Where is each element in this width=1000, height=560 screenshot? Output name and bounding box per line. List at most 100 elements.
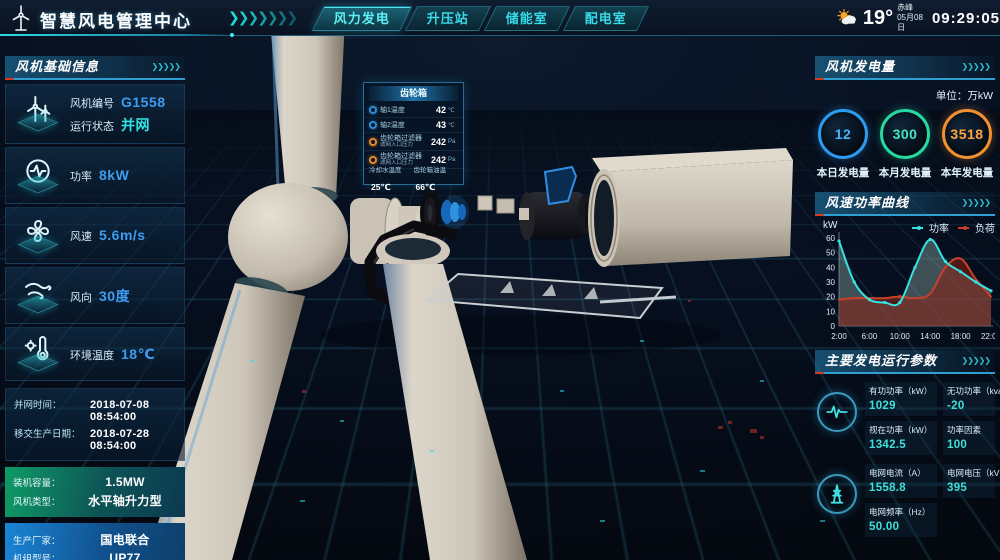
- wind-direction-value: 30度: [99, 286, 130, 306]
- tooltip-footer: 冷却水温度25℃ 齿轮箱油温66℃: [364, 169, 463, 184]
- dashboard: 智慧风电管理中心 ❯❯❯❯❯❯❯ 风力发电 升压站 储能室 配电室 19° 赤峰: [0, 0, 1000, 560]
- header-underline: [0, 34, 230, 36]
- param-value: -20: [947, 400, 991, 412]
- city-date: 赤峰 05月08日: [897, 3, 924, 33]
- filter-pressure-icon: [369, 138, 377, 146]
- top-header: 智慧风电管理中心 ❯❯❯❯❯❯❯ 风力发电 升压站 储能室 配电室 19° 赤峰: [0, 0, 1000, 36]
- svg-text:14:00: 14:00: [920, 332, 941, 341]
- svg-text:10: 10: [826, 307, 835, 316]
- chevrons-icon: ❯❯❯❯❯: [961, 56, 990, 78]
- wind-direction-icon: [12, 270, 64, 322]
- card-turbine-id: 风机编号G1558 运行状态并网: [5, 84, 185, 144]
- app-title: 智慧风电管理中心: [40, 7, 192, 32]
- thermometer-icon: [12, 328, 64, 380]
- section-header-curve: 风速功率曲线 ❯❯❯❯❯: [815, 192, 995, 216]
- shaft-temp-icon: [369, 106, 377, 114]
- section-title: 风机基础信息: [15, 59, 99, 74]
- param-label: 功率因素: [947, 424, 991, 436]
- field-label: 功率: [70, 168, 92, 184]
- tab-distribution-room[interactable]: 配电室: [563, 6, 649, 31]
- field-label: 运行状态: [70, 118, 114, 134]
- svg-text:6:00: 6:00: [862, 332, 878, 341]
- field-label: 环境温度: [70, 347, 114, 363]
- main-nav: 风力发电 升压站 储能室 配电室: [318, 6, 648, 32]
- field-label: 并网时间：: [14, 397, 90, 411]
- tip-value: 42: [436, 105, 446, 115]
- tooltip-row: 轴1温度 42 ℃: [364, 103, 463, 118]
- city: 赤峰: [897, 3, 924, 13]
- tab-booster-station[interactable]: 升压站: [405, 6, 491, 31]
- card-capacity: 装机容量：1.5MW 风机类型：水平轴升力型: [5, 467, 185, 517]
- svg-text:22:00: 22:00: [981, 332, 995, 341]
- power-pulse-icon: [12, 150, 64, 202]
- transmission-tower-icon: [817, 474, 857, 514]
- gauge-label: 本年发电量: [939, 165, 995, 180]
- gauge-label: 本日发电量: [815, 165, 871, 180]
- clock: 09:29:05: [932, 10, 1000, 27]
- param-label: 有功功率（kW）: [869, 385, 933, 397]
- turbine-info-panel: 风机基础信息 ❯❯❯❯❯ 风机编号G1558 运行状态并网: [5, 56, 185, 560]
- param-grid-current: 电网电流（A） 1558.8: [865, 464, 937, 498]
- param-label: 电网电流（A）: [869, 467, 933, 479]
- section-header-generation: 风机发电量 ❯❯❯❯❯: [815, 56, 995, 80]
- manufacturer-value: 国电联合: [73, 531, 177, 548]
- param-power-factor: 功率因素 100: [943, 421, 995, 455]
- gearbox-tooltip: 齿轮箱 轴1温度 42 ℃ 轴2温度 43 ℃ 齿轮箱过滤器滤网入口压力 242…: [363, 82, 464, 185]
- field-label: 移交生产日期：: [14, 426, 90, 440]
- weather-widget: 19° 赤峰 05月08日 09:29:05: [836, 3, 1000, 33]
- tip-unit: ℃: [448, 122, 458, 129]
- param-value: 1342.5: [869, 439, 933, 451]
- generation-gauges: 12 本日发电量 300 本月发电量 3518 本年发电量: [815, 109, 995, 180]
- gauge-ring: 300: [880, 109, 930, 159]
- tab-energy-storage[interactable]: 储能室: [484, 6, 570, 31]
- tab-label: 升压站: [427, 7, 469, 31]
- date: 05月08日: [897, 13, 924, 33]
- grid-connect-time: 2018-07-08 08:54:00: [90, 399, 176, 423]
- status-value: 并网: [121, 115, 150, 135]
- section-title: 风机发电量: [825, 59, 895, 74]
- gauge-value: 300: [893, 126, 918, 142]
- chevrons-icon: ❯❯❯❯❯: [961, 350, 990, 372]
- section-header-params: 主要发电运行参数 ❯❯❯❯❯: [815, 350, 995, 374]
- chevrons-icon: ❯❯❯❯❯: [961, 192, 990, 214]
- tab-label: 风力发电: [334, 7, 390, 31]
- param-label: 电网电压（kV）: [947, 467, 991, 479]
- card-ambient-temp: 环境温度 18℃: [5, 327, 185, 381]
- fan-icon: [12, 210, 64, 262]
- tab-wind-power[interactable]: 风力发电: [312, 6, 412, 31]
- power-value: 8kW: [99, 167, 129, 183]
- svg-text:20: 20: [826, 293, 835, 302]
- section-header-basic-info: 风机基础信息 ❯❯❯❯❯: [5, 56, 185, 80]
- tip-label2: 滤网入口压力: [380, 142, 422, 148]
- param-apparent-power: 视在功率（kW） 1342.5: [865, 421, 937, 455]
- field-label: 风机编号: [70, 95, 114, 111]
- param-value: 395: [947, 482, 991, 494]
- field-label: 装机容量：: [13, 475, 73, 489]
- svg-text:60: 60: [826, 234, 835, 243]
- gauge-yearly: 3518 本年发电量: [939, 109, 995, 180]
- tip-footer-value: 66℃: [416, 182, 436, 192]
- tip-unit: ℃: [448, 107, 458, 114]
- turbine-type-value: 水平轴升力型: [73, 492, 177, 509]
- wind-turbine-icon: [12, 88, 64, 140]
- unit-model-value: UP77: [73, 551, 177, 560]
- gauge-ring: 3518: [942, 109, 992, 159]
- power-params-group: 有功功率（kW） 1029 无功功率（kvar） -20 视在功率（kW） 13…: [815, 382, 995, 456]
- tip-value: 43: [436, 120, 446, 130]
- grid-params-group: 电网电流（A） 1558.8 电网电压（kV） 395 电网频率（Hz） 50.…: [815, 464, 995, 538]
- tab-label: 储能室: [506, 7, 548, 31]
- param-value: 50.00: [869, 521, 933, 533]
- ambient-temp-value: 18℃: [121, 346, 155, 363]
- section-title: 风速功率曲线: [825, 195, 909, 210]
- unit-label: 单位：万kW: [817, 88, 993, 103]
- svg-text:50: 50: [826, 249, 835, 258]
- field-label: 风机类型：: [13, 494, 73, 508]
- svg-text:10:00: 10:00: [890, 332, 911, 341]
- tip-label: 轴2温度: [380, 122, 405, 129]
- svg-text:2:00: 2:00: [831, 332, 847, 341]
- power-curve-chart: kW 功率 负荷 01020304050602:006:0010:0014:00…: [815, 220, 995, 342]
- chevrons-icon: ❯❯❯❯❯❯❯: [228, 9, 296, 26]
- gauge-value: 12: [835, 126, 852, 142]
- wind-turbine-logo: [6, 3, 36, 33]
- param-label: 无功功率（kvar）: [947, 385, 991, 397]
